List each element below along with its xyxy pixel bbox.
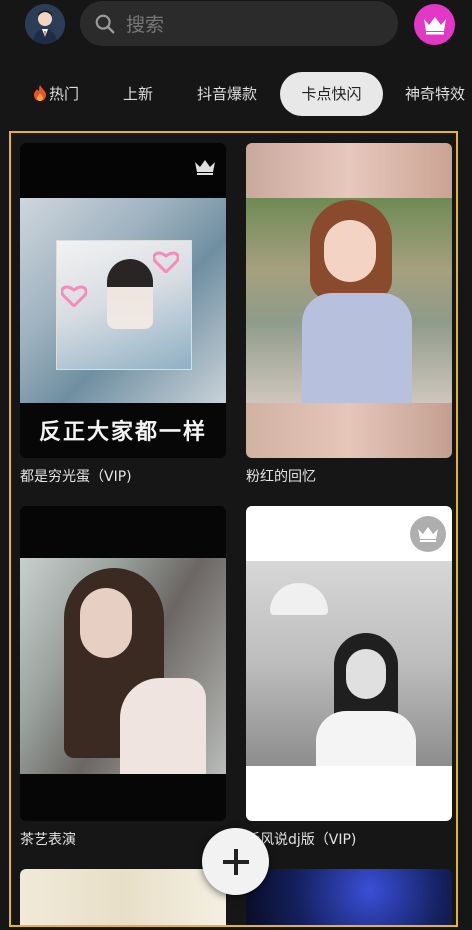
tab-magic-effects[interactable]: 神奇特效 (405, 72, 465, 116)
template-title: 茶艺表演 (20, 832, 76, 848)
template-title: 都是穷光蛋（VIP) (20, 469, 132, 485)
tab-douyin-hits[interactable]: 抖音爆款 (197, 72, 257, 116)
crown-icon (423, 16, 446, 34)
tab-hot-label: 热门 (49, 85, 80, 103)
template-thumbnail[interactable] (20, 869, 226, 925)
template-thumbnail[interactable] (246, 506, 452, 821)
search-bar[interactable]: 搜索 (80, 1, 398, 46)
search-placeholder: 搜索 (126, 14, 165, 36)
template-title: 粉红的回忆 (246, 469, 316, 485)
tab-hot[interactable]: 热门 (33, 72, 79, 116)
tab-beat-flash[interactable]: 卡点快闪 (280, 72, 383, 116)
tab-new[interactable]: 上新 (123, 72, 153, 116)
template-grid: 反正大家都一样 都是穷光蛋（VIP) 粉红的回忆 茶艺表演 听风说dj版（VIP… (9, 131, 458, 927)
template-overlay-text: 反正大家都一样 (38, 419, 207, 445)
template-thumbnail[interactable] (246, 143, 452, 458)
vip-badge (410, 516, 446, 552)
vip-crown-icon (418, 527, 438, 542)
avatar-icon (25, 4, 65, 44)
add-button[interactable] (202, 828, 269, 895)
heart-sticker-icon (61, 285, 87, 307)
vip-crown-icon (195, 160, 215, 175)
user-avatar[interactable] (25, 4, 65, 44)
search-icon (95, 14, 115, 33)
heart-sticker-icon (153, 251, 179, 273)
category-tabs: 热门 上新 抖音爆款 卡点快闪 神奇特效 (0, 70, 472, 118)
template-thumbnail[interactable]: 反正大家都一样 (20, 143, 226, 458)
fire-icon (34, 85, 46, 101)
top-bar: 搜索 (0, 0, 472, 50)
vip-button[interactable] (414, 4, 455, 45)
template-thumbnail[interactable] (20, 506, 226, 821)
template-thumbnail[interactable] (246, 869, 452, 925)
plus-icon (222, 848, 249, 875)
